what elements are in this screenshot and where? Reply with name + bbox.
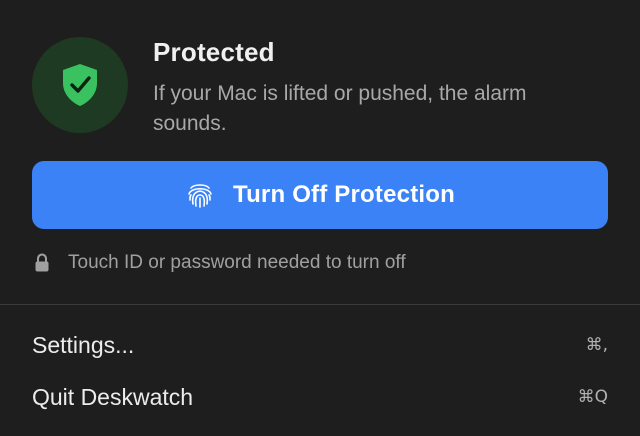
deskwatch-menu-panel: Protected If your Mac is lifted or pushe… [0,0,640,436]
fingerprint-icon [185,180,215,210]
status-description: If your Mac is lifted or pushed, the ala… [153,82,527,135]
shield-check-icon [63,64,97,106]
status-title: Protected [153,37,275,67]
turn-off-protection-label: Turn Off Protection [232,181,455,208]
auth-hint: Touch ID or password needed to turn off [34,250,406,276]
status-badge [32,37,128,133]
auth-hint-text: Touch ID or password needed to turn off [68,252,406,273]
settings-menu-label: Settings... [32,331,135,358]
settings-menu-item[interactable]: Settings... ⌘, [0,323,640,367]
turn-off-protection-button[interactable]: Turn Off Protection [32,161,608,229]
quit-menu-item[interactable]: Quit Deskwatch ⌘Q [0,375,640,419]
status-section: Protected If your Mac is lifted or pushe… [32,37,608,137]
menu-divider [0,304,640,305]
quit-shortcut: ⌘Q [577,387,608,407]
lock-icon [34,253,50,273]
quit-menu-label: Quit Deskwatch [32,383,194,410]
settings-shortcut: ⌘, [585,335,608,355]
